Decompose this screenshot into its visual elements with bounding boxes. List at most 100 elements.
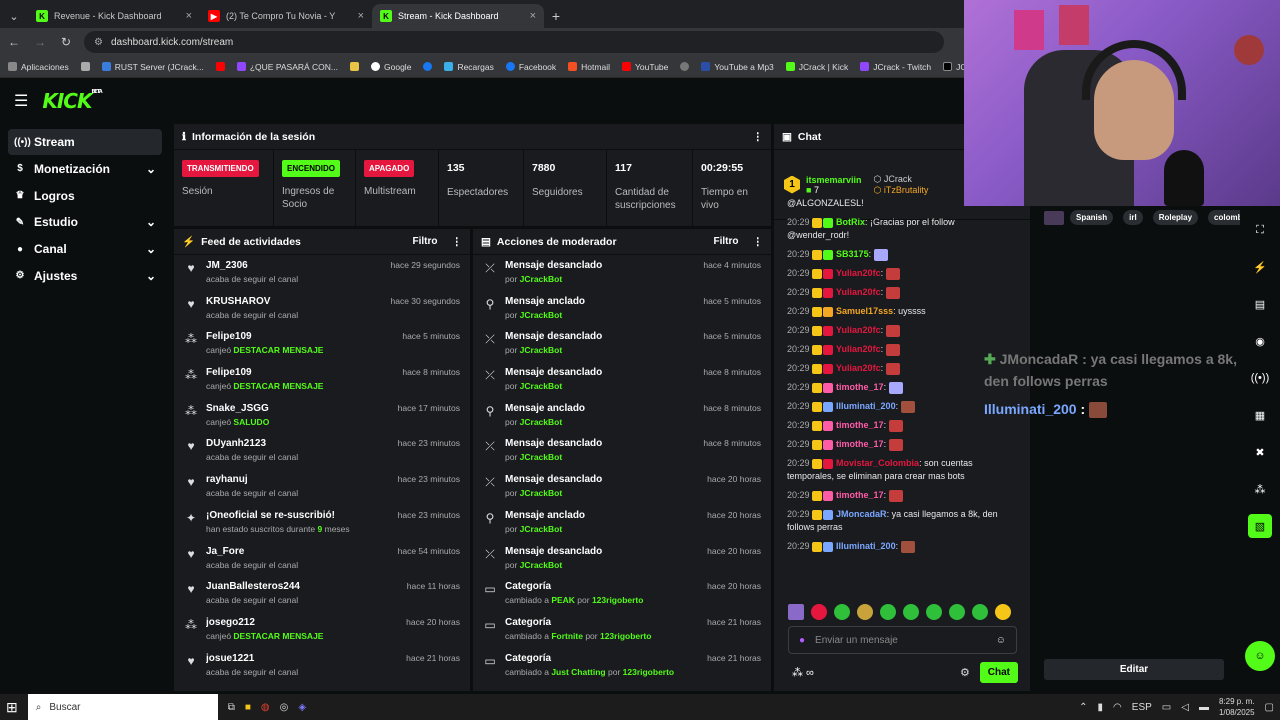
chat-message[interactable]: 20:29 timothe_17:	[774, 435, 1030, 454]
chat-message[interactable]: 20:29 BotRix: ¡Gracias por el follow @we…	[774, 213, 1030, 245]
close-icon[interactable]: ×	[186, 10, 192, 22]
microphone-icon[interactable]: ▮	[1098, 702, 1104, 713]
bookmark-item[interactable]: YouTube	[621, 62, 668, 72]
points-icon[interactable]: ⁂	[1248, 477, 1272, 501]
bookmark-item[interactable]	[423, 62, 433, 71]
close-icon[interactable]: ×	[358, 10, 364, 22]
gear-icon[interactable]: ⚙	[960, 666, 970, 679]
support-icon[interactable]: ☺	[1245, 641, 1275, 671]
emoji-icon[interactable]: ☺	[996, 635, 1006, 646]
chrome-icon[interactable]: ◍	[261, 702, 270, 713]
tab-revenue[interactable]: K Revenue - Kick Dashboard ×	[28, 4, 200, 28]
app-icon[interactable]: ◈	[298, 702, 306, 713]
sidebar-item-logros[interactable]: ♛ Logros	[8, 183, 162, 209]
chat-message[interactable]: 20:29 Illuminati_200:	[774, 537, 1030, 556]
chat-message[interactable]: 20:29 Yulian20fc:	[774, 264, 1030, 283]
speaker-icon[interactable]: ◁	[1181, 702, 1189, 713]
emote-icon[interactable]	[857, 604, 873, 620]
reload-icon[interactable]: ↻	[58, 35, 74, 49]
sidebar-item-estudio[interactable]: ✎ Estudio ⌄	[8, 209, 162, 235]
emote-icon[interactable]	[926, 604, 942, 620]
list-item[interactable]: ♥ JuanBallesteros244 acaba de seguir el ca…	[174, 576, 470, 612]
tab-stream[interactable]: K Stream - Kick Dashboard ×	[372, 4, 544, 28]
message-user[interactable]: Yulian20fc	[836, 287, 881, 297]
message-user[interactable]: timothe_17	[836, 382, 884, 392]
bookmark-item[interactable]: Hotmail	[568, 62, 610, 72]
broadcast-icon[interactable]: ((•))	[1248, 366, 1272, 390]
list-item[interactable]: ▭ Categoría cambiado a PEAK por 123rigober…	[473, 576, 771, 612]
sidebar-item-monetizacion[interactable]: $ Monetización ⌄	[8, 156, 162, 182]
bolt-icon[interactable]: ⚡	[1248, 255, 1272, 279]
printer-icon[interactable]: ▦	[1248, 403, 1272, 427]
emote-icon[interactable]	[949, 604, 965, 620]
close-icon[interactable]: ×	[530, 10, 536, 22]
chat-icon[interactable]: ◉	[1248, 329, 1272, 353]
back-icon[interactable]: ←	[6, 35, 22, 49]
list-item[interactable]: ♥ KRUSHAROV acaba de seguir el canal hace 3…	[174, 291, 470, 327]
menu-icon[interactable]: ☰	[14, 91, 28, 111]
list-item[interactable]: ⁂ Felipe109 canjeó DESTACAR MENSAJE hace 8 …	[174, 362, 470, 398]
chat-message[interactable]: 20:29 Samuel17sss: uyssss	[774, 302, 1030, 321]
clock[interactable]: 8:29 p. m. 1/08/2025	[1219, 696, 1255, 718]
list-item[interactable]: ♥ josue1221 acaba de seguir el canal hace 2…	[174, 648, 470, 684]
tag[interactable]: Spanish	[1070, 210, 1114, 225]
emote-icon[interactable]	[995, 604, 1011, 620]
list-item[interactable]: ♥ DUyanh2123 acaba de seguir el canal hace …	[174, 433, 470, 469]
bookmark-item[interactable]: Google	[371, 62, 411, 72]
chat-input[interactable]: ● Enviar un mensaje ☺	[788, 626, 1017, 654]
emote-icon[interactable]	[811, 604, 827, 620]
windows-start-icon[interactable]: ⊞	[6, 699, 18, 716]
list-item[interactable]: ♥ Ja_Fore acaba de seguir el canal hace 54 …	[174, 541, 470, 577]
document-icon[interactable]: ▤	[1248, 292, 1272, 316]
message-user[interactable]: timothe_17	[836, 420, 884, 430]
display-icon[interactable]: ▭	[1162, 702, 1171, 713]
sidebar-item-canal[interactable]: ● Canal ⌄	[8, 236, 162, 262]
message-user[interactable]: JMoncadaR	[836, 509, 887, 519]
filter-button[interactable]: Filtro	[413, 236, 438, 247]
new-tab-icon[interactable]: +	[544, 4, 568, 28]
bookmark-item[interactable]: JCrack - Twitch	[860, 62, 931, 72]
message-user[interactable]: Illuminati_200	[836, 401, 896, 411]
list-item[interactable]: ⚲ Mensaje anclado por JCrackBot hace 8 minu…	[473, 398, 771, 434]
taskbar-search[interactable]: ⌕ Buscar	[27, 694, 218, 720]
message-user[interactable]: Yulian20fc	[836, 325, 881, 335]
language-indicator[interactable]: ESP	[1132, 702, 1152, 713]
wifi-icon[interactable]: ◠	[1113, 702, 1122, 713]
clapper-icon[interactable]: ▧	[1248, 514, 1272, 538]
list-item[interactable]: ⤫ Mensaje desanclado por JCrackBot hace 8 m…	[473, 362, 771, 398]
bookmark-item[interactable]: Recargas	[444, 62, 494, 72]
emote-icon[interactable]	[834, 604, 850, 620]
message-user[interactable]: Yulian20fc	[836, 344, 881, 354]
chat-message[interactable]: 20:29 SB3175:	[774, 245, 1030, 264]
wrench-icon[interactable]: ✖	[1248, 440, 1272, 464]
sidebar-item-ajustes[interactable]: ⚙ Ajustes ⌄	[8, 263, 162, 289]
message-user[interactable]: Samuel17sss	[836, 306, 893, 316]
more-icon[interactable]: ⋮	[753, 131, 764, 143]
bookmark-item[interactable]	[680, 62, 690, 71]
chevron-up-icon[interactable]: ⌃	[1079, 702, 1087, 713]
kick-logo[interactable]: KICKBETA	[42, 89, 102, 113]
chat-message[interactable]: 20:29 Yulian20fc:	[774, 283, 1030, 302]
message-user[interactable]: timothe_17	[836, 439, 884, 449]
list-item[interactable]: ⚲ Mensaje anclado por JCrackBot hace 20 hor…	[473, 505, 771, 541]
list-item[interactable]: ♥ rayhanuj acaba de seguir el canal hace 23…	[174, 469, 470, 505]
emote-icon[interactable]	[903, 604, 919, 620]
chat-message[interactable]: 20:29 JMoncadaR: ya casi llegamos a 8k, …	[774, 505, 1030, 537]
list-item[interactable]: ▭ Categoría cambiado a Just Chatting por 1…	[473, 648, 771, 684]
bookmark-item[interactable]: ¿QUE PASARÁ CON...	[236, 62, 338, 72]
message-user[interactable]: SB3175	[836, 249, 869, 259]
chat-message[interactable]: 20:29 Movistar_Colombia: son cuentas tem…	[774, 454, 1030, 486]
sidebar-item-stream[interactable]: ((•)) Stream	[8, 129, 162, 155]
forward-icon[interactable]: →	[32, 35, 48, 49]
message-user[interactable]: Illuminati_200	[836, 541, 896, 551]
battery-icon[interactable]: ▬	[1199, 702, 1209, 713]
list-item[interactable]: ▭ Categoría cambiado a Fortnite por 123rig…	[473, 612, 771, 648]
list-item[interactable]: ⤫ Mensaje desanclado por JCrackBot hace 4 m…	[473, 255, 771, 291]
emote-icon[interactable]	[972, 604, 988, 620]
message-user[interactable]: Movistar_Colombia	[836, 458, 919, 468]
bookmark-item[interactable]: Aplicaciones	[8, 62, 69, 72]
camera-icon[interactable]: ⛶	[1248, 218, 1272, 242]
app-icon[interactable]: ◎	[280, 702, 289, 713]
url-field[interactable]: ⚙ dashboard.kick.com/stream	[84, 31, 944, 53]
chat-message[interactable]: 20:29 timothe_17:	[774, 486, 1030, 505]
